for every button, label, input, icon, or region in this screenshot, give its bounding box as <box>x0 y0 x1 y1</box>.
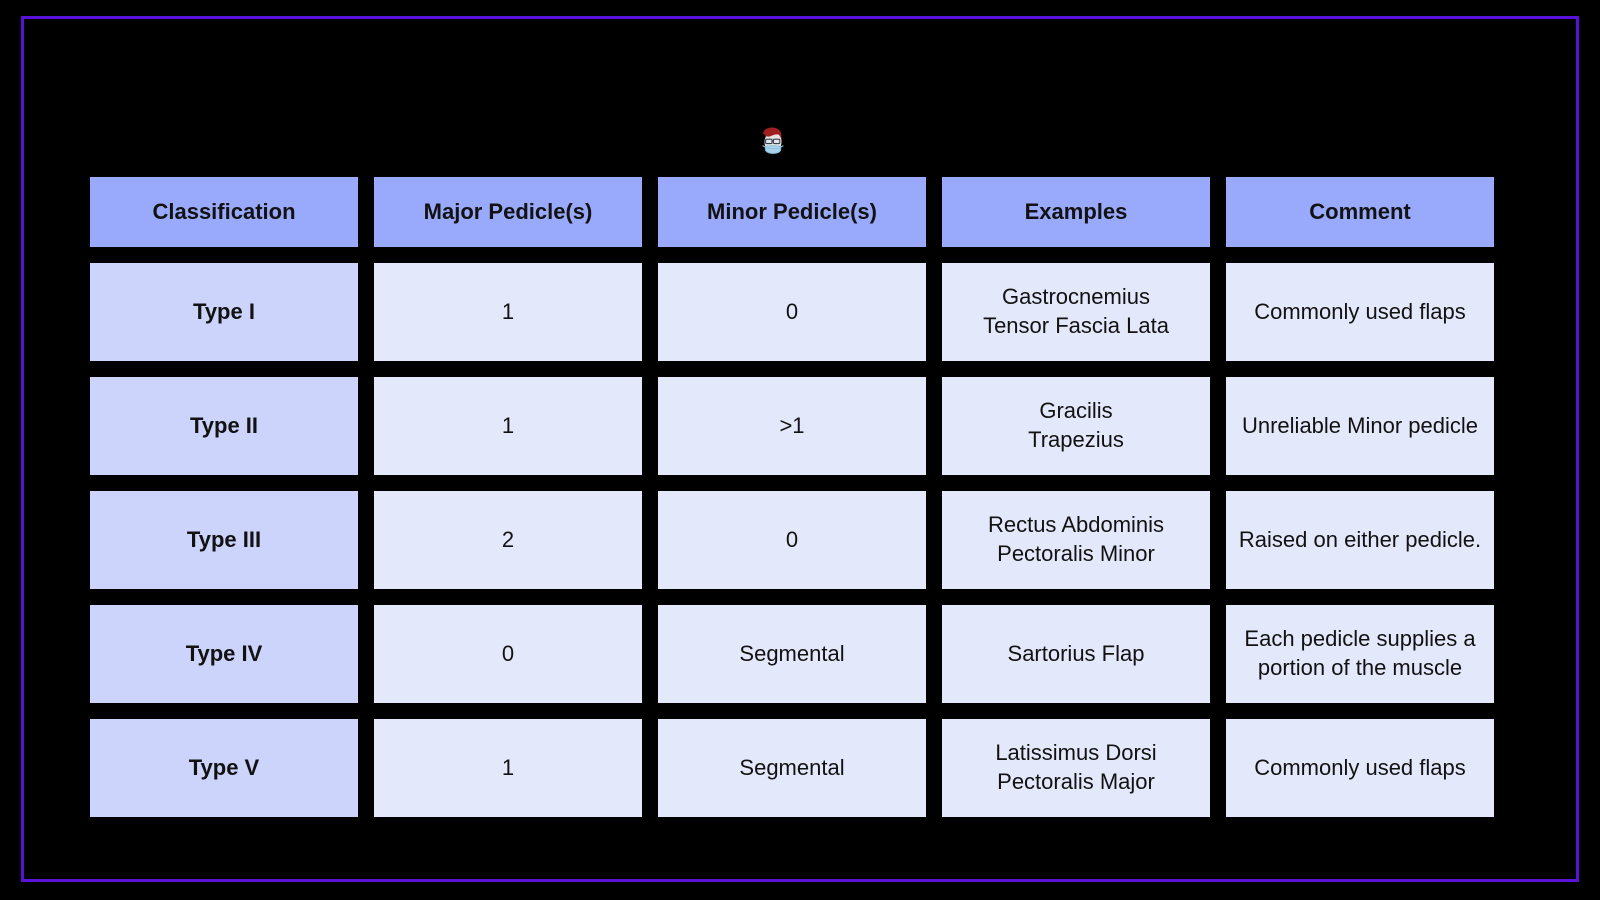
slide-canvas: Classification Major Pedicle(s) Minor Pe… <box>0 0 1600 900</box>
cell-classification: Type III <box>90 491 358 589</box>
cell-major-pedicles: 1 <box>374 263 642 361</box>
cell-major-pedicles: 1 <box>374 377 642 475</box>
cell-comment: Unreliable Minor pedicle <box>1226 377 1494 475</box>
table-row: Type I 1 0 Gastrocnemius Tensor Fascia Lata C… <box>90 263 1494 361</box>
cell-major-pedicles: 1 <box>374 719 642 817</box>
cell-major-pedicles: 0 <box>374 605 642 703</box>
cell-minor-pedicles: 0 <box>658 491 926 589</box>
cell-classification: Type II <box>90 377 358 475</box>
cell-minor-pedicles: Segmental <box>658 719 926 817</box>
cell-examples: Latissimus Dorsi Pectoralis Major <box>942 719 1210 817</box>
column-header-comment: Comment <box>1226 177 1494 247</box>
cell-examples: Gracilis Trapezius <box>942 377 1210 475</box>
cell-minor-pedicles: Segmental <box>658 605 926 703</box>
column-header-classification: Classification <box>90 177 358 247</box>
table-row: Type V 1 Segmental Latissimus Dorsi Pectoral… <box>90 719 1494 817</box>
table-row: Type III 2 0 Rectus Abdominis Pectoralis Min… <box>90 491 1494 589</box>
cell-comment: Raised on either pedicle. <box>1226 491 1494 589</box>
table-header-row: Classification Major Pedicle(s) Minor Pe… <box>90 177 1494 247</box>
cell-classification: Type V <box>90 719 358 817</box>
column-header-examples: Examples <box>942 177 1210 247</box>
cell-classification: Type IV <box>90 605 358 703</box>
cell-minor-pedicles: >1 <box>658 377 926 475</box>
table-row: Type IV 0 Segmental Sartorius Flap Each pedi… <box>90 605 1494 703</box>
cell-comment: Commonly used flaps <box>1226 263 1494 361</box>
table-row: Type II 1 >1 Gracilis Trapezius Unreliable Mi… <box>90 377 1494 475</box>
cell-comment: Commonly used flaps <box>1226 719 1494 817</box>
column-header-minor-pedicles: Minor Pedicle(s) <box>658 177 926 247</box>
cell-examples: Gastrocnemius Tensor Fascia Lata <box>942 263 1210 361</box>
muscle-flap-classification-table: Classification Major Pedicle(s) Minor Pe… <box>74 161 1510 833</box>
cell-examples: Rectus Abdominis Pectoralis Minor <box>942 491 1210 589</box>
person-with-mask-avatar-icon <box>756 121 786 161</box>
cell-classification: Type I <box>90 263 358 361</box>
cell-major-pedicles: 2 <box>374 491 642 589</box>
cell-examples: Sartorius Flap <box>942 605 1210 703</box>
column-header-major-pedicles: Major Pedicle(s) <box>374 177 642 247</box>
cell-minor-pedicles: 0 <box>658 263 926 361</box>
cell-comment: Each pedicle supplies a portion of the m… <box>1226 605 1494 703</box>
